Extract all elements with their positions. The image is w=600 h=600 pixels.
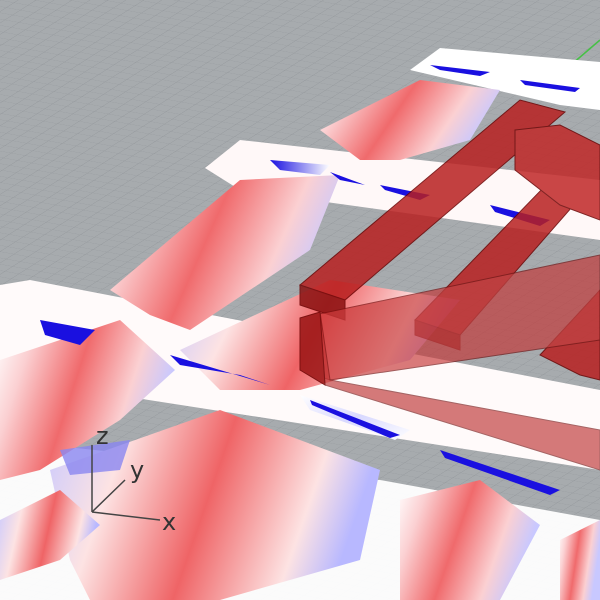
3d-viewport[interactable]: z y x [0, 0, 600, 600]
axis-label-x: x [162, 508, 176, 536]
scene-canvas[interactable]: z y x [0, 0, 600, 600]
axis-label-z: z [96, 422, 109, 450]
axis-label-y: y [130, 456, 144, 484]
